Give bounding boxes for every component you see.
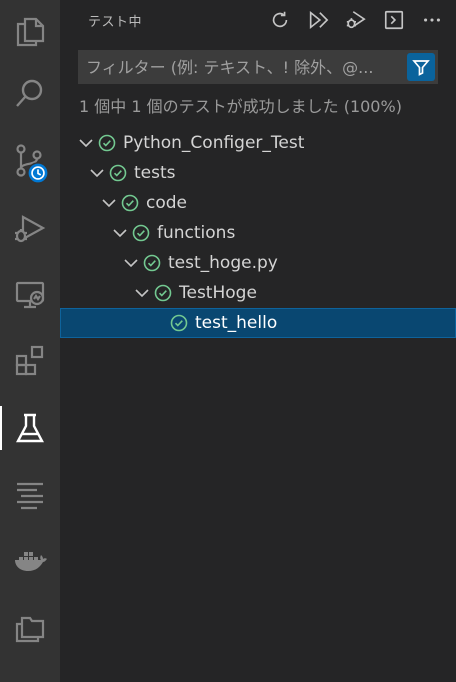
sidebar-title: テスト中	[88, 14, 143, 30]
passed-icon	[154, 284, 172, 302]
files-icon	[16, 17, 45, 47]
filter-icon	[412, 60, 430, 76]
tree-item-label: test_hoge.py	[168, 253, 278, 273]
debug-all-tests-button[interactable]	[342, 6, 370, 34]
more-icon	[424, 18, 440, 22]
chevron-down-icon[interactable]	[112, 225, 128, 241]
outline-icon	[17, 482, 43, 510]
activity-remote-explorer[interactable]	[0, 264, 60, 324]
chevron-down-icon[interactable]	[134, 285, 150, 301]
passed-icon	[109, 164, 127, 182]
tree-item-label: code	[146, 193, 187, 213]
filter-box	[78, 50, 438, 84]
activity-project-manager[interactable]	[0, 598, 60, 658]
passed-icon	[132, 224, 150, 242]
filter-input[interactable]	[78, 50, 407, 84]
tree-item-testhoge[interactable]: TestHoge	[60, 278, 456, 308]
test-summary: 1 個中 1 個のテストが成功しました (100%)	[79, 97, 402, 116]
tree-item-label: tests	[134, 163, 176, 183]
refresh-icon	[272, 11, 288, 28]
tree-item-test-hoge-py[interactable]: test_hoge.py	[60, 248, 456, 278]
passed-icon	[121, 194, 139, 212]
tree-item-label: test_hello	[195, 313, 278, 333]
docker-icon	[15, 552, 47, 571]
beaker-icon	[16, 413, 44, 443]
sidebar-toolbar	[266, 6, 446, 34]
folders-icon	[15, 616, 45, 643]
tree-item-label: TestHoge	[179, 283, 257, 303]
terminal-icon	[384, 10, 404, 30]
testing-sidebar: テスト中 フィルター (例: テキスト、! 除外、@... 1 個中 1 個のテ…	[60, 0, 456, 682]
tree-item-test-hello[interactable]: test_hello	[60, 308, 456, 338]
activity-explorer[interactable]	[0, 0, 60, 60]
show-output-button[interactable]	[380, 6, 408, 34]
run-all-tests-button[interactable]	[304, 6, 332, 34]
chevron-down-icon[interactable]	[89, 165, 105, 181]
search-icon	[16, 79, 43, 107]
more-actions-button[interactable]	[418, 6, 446, 34]
activity-testing[interactable]	[0, 398, 60, 458]
clock-badge-icon	[27, 162, 49, 184]
remote-explorer-icon	[15, 281, 45, 309]
tree-item-python-configer-test[interactable]: Python_Configer_Test	[60, 128, 456, 158]
activity-docker[interactable]	[0, 532, 60, 592]
activity-outline[interactable]	[0, 464, 60, 524]
filter-toggle-button[interactable]	[407, 53, 435, 81]
activity-search[interactable]	[0, 64, 60, 124]
refresh-tests-button[interactable]	[266, 6, 294, 34]
test-tree: Python_Configer_Test tests code function…	[60, 128, 456, 338]
tree-item-code[interactable]: code	[60, 188, 456, 218]
chevron-down-icon[interactable]	[78, 135, 94, 151]
run-all-icon	[309, 10, 329, 30]
activity-extensions[interactable]	[0, 330, 60, 390]
tree-item-label: Python_Configer_Test	[123, 133, 305, 153]
activity-source-control[interactable]	[0, 130, 60, 190]
debug-all-icon	[346, 11, 366, 29]
passed-icon	[98, 134, 116, 152]
passed-icon	[170, 314, 188, 332]
extensions-icon	[15, 345, 44, 376]
activity-bar	[0, 0, 60, 682]
tree-item-tests[interactable]: tests	[60, 158, 456, 188]
tree-item-functions[interactable]: functions	[60, 218, 456, 248]
chevron-down-icon[interactable]	[123, 255, 139, 271]
passed-icon	[143, 254, 161, 272]
chevron-down-icon[interactable]	[101, 195, 117, 211]
run-debug-icon	[15, 215, 46, 243]
tree-item-label: functions	[157, 223, 236, 243]
activity-run-debug[interactable]	[0, 198, 60, 258]
sidebar-header: テスト中	[60, 0, 456, 40]
